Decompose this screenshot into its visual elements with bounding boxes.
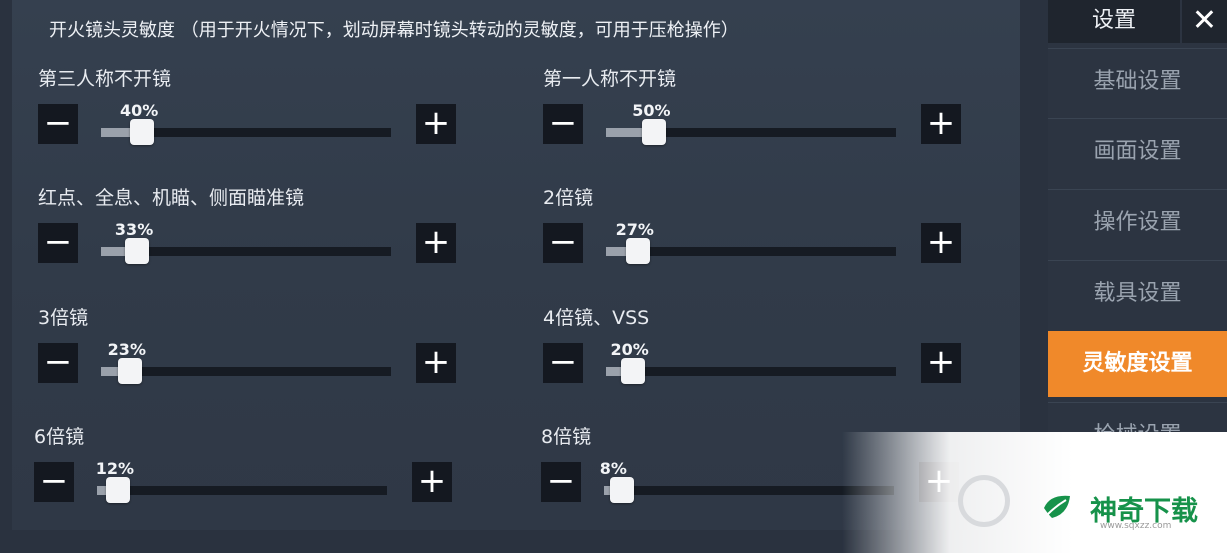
slider-value: 27% <box>615 220 654 239</box>
decrease-button[interactable]: − <box>543 104 583 144</box>
panel-title: 开火镜头灵敏度 （用于开火情况下，划动屏幕时镜头转动的灵敏度，可用于压枪操作） <box>49 20 739 41</box>
slider-handle[interactable] <box>124 238 149 264</box>
slider-value: 40% <box>120 101 159 120</box>
setting-label: 第三人称不开镜 <box>38 68 172 90</box>
slider-track[interactable] <box>101 358 391 384</box>
increase-button[interactable]: + <box>921 104 961 144</box>
setting-third-person: 第三人称不开镜 − 40% + <box>38 64 478 160</box>
increase-button[interactable]: + <box>921 223 961 263</box>
increase-button[interactable]: + <box>416 104 456 144</box>
slider-track[interactable] <box>606 358 896 384</box>
slider-value: 8% <box>599 459 627 478</box>
sidebar-item-controls[interactable]: 操作设置 <box>1048 189 1227 256</box>
increase-button[interactable]: + <box>412 462 452 502</box>
slider-handle[interactable] <box>130 119 154 145</box>
sidebar-item-sensitivity[interactable]: 灵敏度设置 <box>1048 331 1227 397</box>
sidebar-item-vehicle[interactable]: 载具设置 <box>1048 260 1227 327</box>
increase-button[interactable]: + <box>921 343 961 383</box>
slider-value: 23% <box>107 340 146 359</box>
watermark-url: www.sqxzz.com <box>1100 521 1172 531</box>
slider-track[interactable] <box>97 477 387 503</box>
decrease-button[interactable]: − <box>543 223 583 263</box>
sidebar-item-graphics[interactable]: 画面设置 <box>1048 118 1227 185</box>
decrease-button[interactable]: − <box>541 462 581 502</box>
setting-label: 4倍镜、VSS <box>543 307 650 329</box>
slider-value: 50% <box>632 101 671 120</box>
setting-label: 红点、全息、机瞄、侧面瞄准镜 <box>38 187 305 209</box>
decrease-button[interactable]: − <box>38 104 78 144</box>
slider-handle[interactable] <box>625 238 650 264</box>
sidebar-item-basic[interactable]: 基础设置 <box>1048 48 1227 115</box>
setting-label: 6倍镜 <box>34 426 85 448</box>
slider-track[interactable] <box>606 119 896 145</box>
slider-handle[interactable] <box>609 477 634 503</box>
slider-track[interactable] <box>606 238 896 264</box>
slider-handle[interactable] <box>642 119 667 145</box>
decrease-button[interactable]: − <box>38 223 78 263</box>
watermark-leaf-icon <box>1044 495 1070 518</box>
decrease-button[interactable]: − <box>38 343 78 383</box>
slider-handle[interactable] <box>105 477 130 503</box>
setting-3x-scope: 3倍镜 − 23% + <box>38 303 478 399</box>
sidebar-title: 设置 <box>1048 0 1180 43</box>
setting-label: 第一人称不开镜 <box>543 68 677 90</box>
setting-first-person: 第一人称不开镜 − 50% + <box>543 64 983 160</box>
setting-6x-scope: 6倍镜 − 12% + <box>34 422 474 518</box>
increase-button[interactable]: + <box>416 343 456 383</box>
slider-handle[interactable] <box>117 358 142 384</box>
setting-red-dot: 红点、全息、机瞄、侧面瞄准镜 − 33% + <box>38 183 478 279</box>
decrease-button[interactable]: − <box>34 462 74 502</box>
slider-handle[interactable] <box>620 358 645 384</box>
decrease-button[interactable]: − <box>543 343 583 383</box>
close-icon[interactable]: ✕ <box>1182 0 1227 43</box>
watermark-circle-logo <box>958 475 1010 527</box>
setting-4x-scope: 4倍镜、VSS − 20% + <box>543 303 983 399</box>
setting-2x-scope: 2倍镜 − 27% + <box>543 183 983 279</box>
slider-value: 12% <box>95 459 134 478</box>
slider-track[interactable] <box>101 238 391 264</box>
slider-value: 20% <box>610 340 649 359</box>
setting-label: 2倍镜 <box>543 187 594 209</box>
increase-button[interactable]: + <box>416 223 456 263</box>
slider-value: 33% <box>114 220 154 239</box>
slider-track[interactable] <box>101 119 391 145</box>
setting-label: 3倍镜 <box>38 307 89 329</box>
setting-label: 8倍镜 <box>541 426 592 448</box>
